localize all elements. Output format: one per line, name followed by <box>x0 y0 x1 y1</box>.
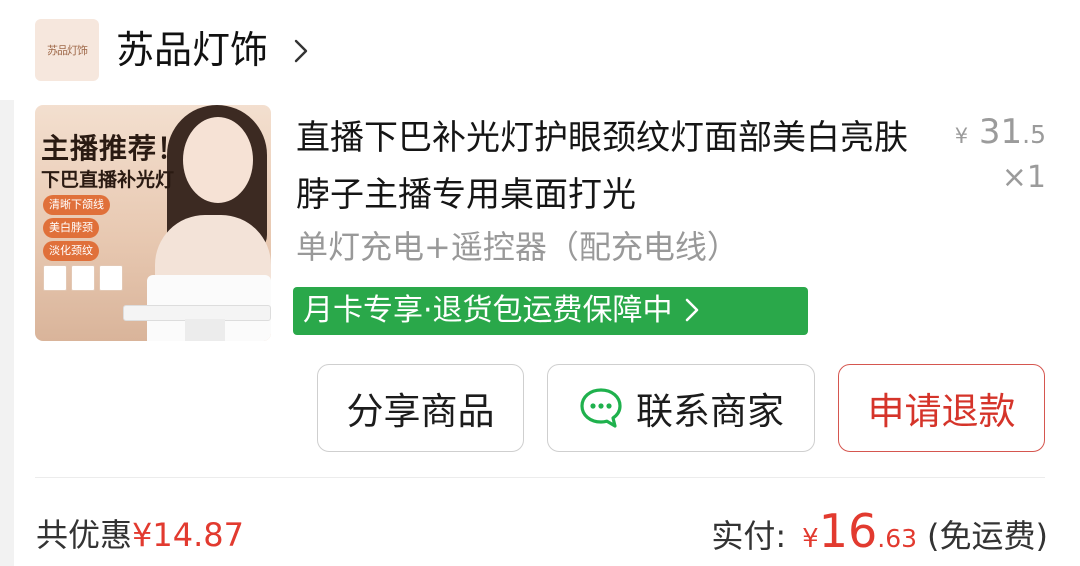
product-price: ¥ 31.5 <box>950 112 1046 156</box>
amount-paid: 实付: ¥ 16.63 (免运费) <box>711 504 1048 558</box>
image-face <box>183 117 253 203</box>
paid-label: 实付: <box>711 517 787 555</box>
image-tag: 美白脖颈 <box>43 218 99 238</box>
product-image[interactable]: 主播推荐！ 下巴直播补光灯 清晰下颌线 美白脖颈 淡化颈纹 <box>35 105 271 341</box>
return-shipping-badge[interactable]: 月卡专享·退货包运费保障中 <box>293 287 808 335</box>
divider <box>35 477 1045 478</box>
request-refund-button[interactable]: 申请退款 <box>838 364 1045 452</box>
chevron-right-icon[interactable] <box>290 36 312 66</box>
share-product-button[interactable]: 分享商品 <box>317 364 524 452</box>
image-thumb-item <box>43 265 67 291</box>
store-logo[interactable]: 苏品灯饰 <box>35 19 99 81</box>
image-lamp-stand <box>185 319 225 341</box>
chevron-right-icon <box>685 298 699 322</box>
image-tag: 清晰下颌线 <box>43 195 110 215</box>
image-subline: 下巴直播补光灯 <box>41 169 175 191</box>
discount-label: 共优惠 <box>36 516 133 554</box>
paid-decimal: .63 <box>877 524 918 553</box>
image-thumb-item <box>71 265 95 291</box>
price-currency: ¥ <box>954 124 969 148</box>
store-logo-text: 苏品灯饰 <box>47 44 88 57</box>
price-integer: 31 <box>978 112 1023 152</box>
contact-seller-label: 联系商家 <box>636 390 784 433</box>
product-sku: 单灯充电+遥控器（配充电线） <box>296 228 739 266</box>
product-title[interactable]: 直播下巴补光灯护眼颈纹灯面部美白亮肤脖子主播专用桌面打光 <box>296 110 916 224</box>
request-refund-label: 申请退款 <box>867 390 1016 433</box>
price-decimal: .5 <box>1022 120 1046 149</box>
image-thumb-item <box>99 265 123 291</box>
product-quantity: ×1 <box>1001 160 1046 195</box>
discount-amount: ¥14.87 <box>132 516 244 554</box>
share-product-label: 分享商品 <box>346 390 495 433</box>
image-tag: 淡化颈纹 <box>43 241 99 261</box>
badge-label: 月卡专享·退货包运费保障中 <box>303 293 673 328</box>
total-discount: 共优惠¥14.87 <box>36 510 244 556</box>
store-header[interactable]: 苏品灯饰 苏品灯饰 <box>0 0 1080 100</box>
chat-bubble-icon <box>580 388 622 428</box>
image-headline: 主播推荐！ <box>41 132 187 165</box>
paid-integer: 16 <box>818 504 878 558</box>
paid-currency: ¥ <box>802 524 819 554</box>
store-name[interactable]: 苏品灯饰 <box>116 26 268 74</box>
shipping-note: (免运费) <box>927 517 1048 555</box>
contact-seller-button[interactable]: 联系商家 <box>547 364 815 452</box>
